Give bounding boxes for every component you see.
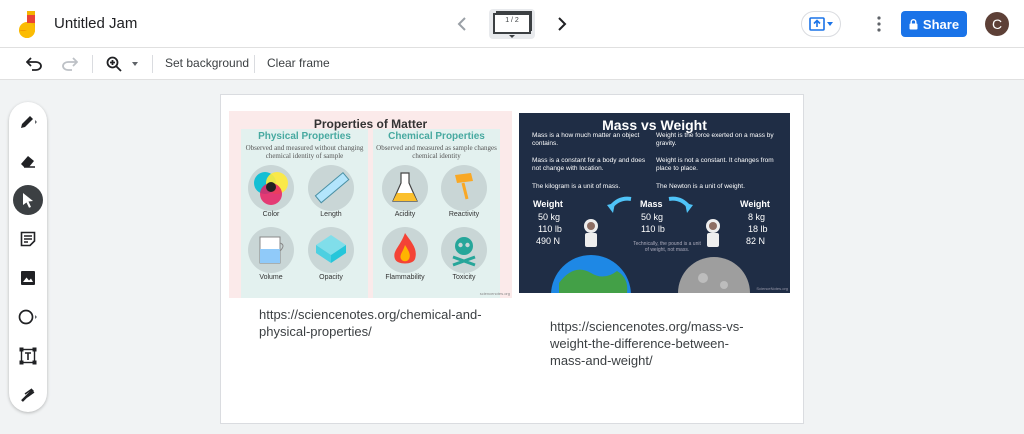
pen-tool[interactable] [13,107,43,137]
pound-note: Technically, the pound is a unit of weig… [633,241,701,253]
volume-label: Volume [259,274,283,281]
volume-illustration [248,227,294,273]
mass-vs-weight-image[interactable]: Mass vs Weight Mass is a how much matter… [519,113,790,293]
eraser-icon [21,156,35,168]
more-vert-icon [877,16,881,32]
set-background-button[interactable]: Set background [165,56,249,70]
sticky-note-icon [20,231,36,247]
circle-icon [18,309,37,325]
previous-frame-button[interactable] [450,12,474,36]
text-box-icon [19,347,37,365]
image-tool[interactable] [13,263,43,293]
edit-toolbar: Set background Clear frame [0,48,1024,80]
tool-panel [9,102,47,412]
color-label: Color [262,211,280,218]
undo-icon [26,57,42,71]
opacity-illustration [308,227,354,273]
jamboard-logo [19,11,35,38]
zoom-in-icon [106,56,122,72]
present-icon [809,17,825,31]
flammability-illustration [382,227,428,273]
caret-down-icon [132,62,138,66]
undo-button[interactable] [24,54,44,74]
frame-bar-toggle[interactable]: 1 / 2 [489,9,535,39]
reactivity-illustration [441,165,487,211]
select-tool[interactable] [13,185,43,215]
physical-heading: Physical Properties [258,131,351,142]
opacity-label: Opacity [319,274,343,281]
link-text-mass-weight[interactable]: https://sciencenotes.org/mass-vs-weight-… [550,318,750,369]
length-illustration [308,165,354,211]
toxicity-illustration [441,227,487,273]
caret-down-icon [827,22,833,26]
shape-tool[interactable] [13,302,43,332]
lock-icon [909,18,918,29]
share-button[interactable]: Share [901,11,967,37]
acidity-illustration [382,165,428,211]
properties-of-matter-image[interactable]: Properties of Matter Physical Properties… [229,111,512,298]
redo-icon [62,57,78,71]
avatar[interactable]: C [985,12,1009,36]
pen-icon [21,116,37,128]
chemical-heading: Chemical Properties [388,131,485,142]
laser-icon [21,388,35,402]
next-frame-button[interactable] [550,12,574,36]
image-credit: sciencenotes.org [479,291,510,296]
chemical-description: Observed and measured as sample changes … [376,144,497,160]
chevron-left-icon [457,17,466,31]
toxicity-label: Toxicity [452,274,476,281]
text-box-tool[interactable] [13,341,43,371]
select-arrow-icon [23,193,33,208]
more-options-button[interactable] [868,12,890,36]
image-title: Properties of Matter [313,117,428,131]
share-label: Share [922,16,960,32]
image-credit: ScienceNotes.org [756,286,788,291]
reactivity-label: Reactivity [448,211,480,218]
redo-button[interactable] [60,54,80,74]
color-illustration [248,165,294,211]
image-icon [21,271,35,285]
physical-description: Observed and measured without changing c… [245,144,364,160]
top-bar: Untitled Jam 1 / 2 Share C [0,0,1024,48]
caret-down-icon [509,35,515,38]
frame-counter: 1 / 2 [505,17,519,24]
length-label: Length [320,211,342,218]
clear-frame-button[interactable]: Clear frame [267,56,330,70]
acidity-label: Acidity [394,211,416,218]
chevron-right-icon [558,17,567,31]
laser-tool[interactable] [13,380,43,410]
zoom-button[interactable] [104,54,124,74]
flammability-label: Flammability [385,274,425,281]
document-title[interactable]: Untitled Jam [54,15,137,32]
link-text-chemical-physical[interactable]: https://sciencenotes.org/chemical-and-ph… [259,306,489,340]
mass-weight-illustration [551,196,750,293]
sticky-note-tool[interactable] [13,224,43,254]
cast-button[interactable] [801,11,841,37]
eraser-tool[interactable] [13,146,43,176]
zoom-menu-button[interactable] [128,54,142,74]
